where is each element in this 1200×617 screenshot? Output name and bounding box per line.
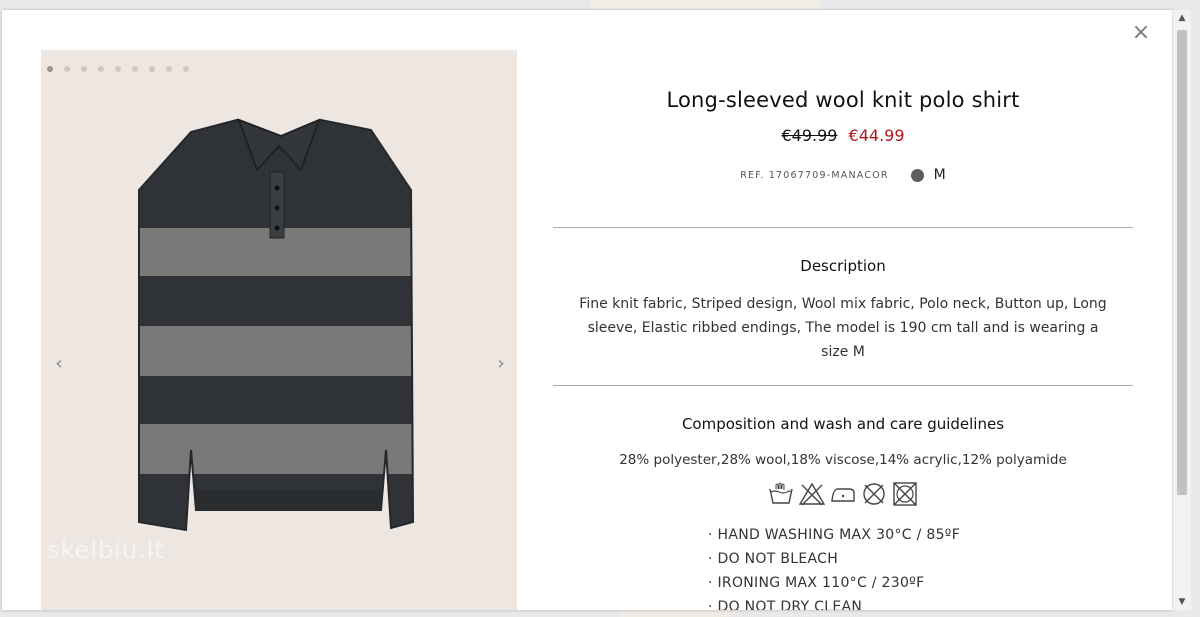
product-price: €49.99 €44.99 [553, 126, 1133, 145]
product-modal: × ‹ › skelbiu.lt Long-sleeved wool knit … [2, 10, 1172, 610]
watermark: skelbiu.lt [47, 536, 165, 564]
vertical-scrollbar[interactable]: ▲ ▼ [1172, 10, 1191, 610]
scroll-down-icon[interactable]: ▼ [1173, 594, 1191, 610]
scroll-up-icon[interactable]: ▲ [1173, 10, 1191, 26]
no-dry-clean-icon [863, 483, 885, 505]
product-gallery[interactable]: ‹ › skelbiu.lt [41, 50, 517, 610]
ref-row: REF. 17067709-MANACOR M [553, 167, 1133, 183]
gallery-next-button[interactable]: › [493, 354, 509, 374]
iron-icon [831, 488, 855, 502]
color-swatch[interactable] [910, 168, 924, 182]
old-price: €49.99 [781, 126, 838, 145]
composition-text: 28% polyester,28% wool,18% viscose,14% a… [619, 452, 1067, 468]
product-title: Long-sleeved wool knit polo shirt [666, 88, 1020, 112]
product-info: Long-sleeved wool knit polo shirt €49.99… [553, 10, 1133, 610]
close-icon[interactable]: × [1130, 22, 1152, 44]
no-bleach-icon [798, 482, 826, 506]
description-heading: Description [800, 257, 886, 275]
no-tumble-dry-icon [893, 482, 917, 506]
sale-price: €44.99 [848, 126, 905, 145]
gallery-prev-button[interactable]: ‹ [51, 354, 67, 374]
care-icons [553, 481, 1133, 507]
care-item: · DO NOT DRY CLEAN [708, 599, 863, 610]
size-label: M [933, 167, 946, 183]
care-item: · IRONING MAX 110°C / 230ºF [708, 575, 925, 591]
product-image [138, 118, 415, 532]
care-item: · DO NOT BLEACH [708, 551, 839, 567]
composition-heading: Composition and wash and care guidelines [681, 415, 1005, 433]
care-item: · HAND WASHING MAX 30°C / 85ºF [708, 527, 961, 543]
care-list: · HAND WASHING MAX 30°C / 85ºF · DO NOT … [708, 523, 960, 610]
scroll-thumb[interactable] [1177, 30, 1187, 495]
divider [553, 385, 1133, 386]
hand-wash-icon [769, 482, 793, 504]
divider [553, 227, 1133, 228]
description-text: Fine knit fabric, Striped design, Wool m… [579, 296, 1107, 360]
reference-code: REF. 17067709-MANACOR [740, 169, 889, 181]
